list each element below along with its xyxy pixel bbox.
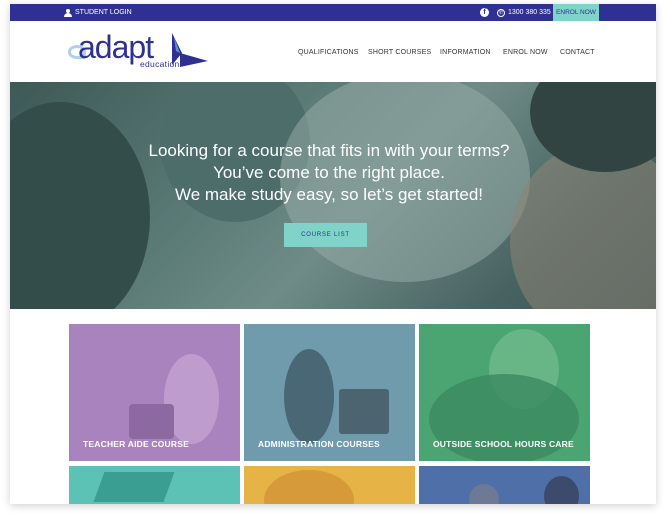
hero-line-2: You’ve come to the right place. (213, 163, 445, 182)
tile-photo-shape (544, 476, 579, 504)
tile-administration[interactable]: ADMINISTRATION COURSES (244, 324, 415, 461)
facebook-icon[interactable]: f (480, 8, 489, 17)
tile-photo-shape (469, 484, 499, 504)
enrol-now-top-button[interactable]: ENROL NOW (553, 4, 599, 21)
phone-link[interactable]: ✆ 1300 380 335 (497, 4, 551, 21)
tile-teacher-aide[interactable]: TEACHER AIDE COURSE (69, 324, 240, 461)
hero-banner: Looking for a course that fits in with y… (10, 82, 656, 309)
butterfly-icon (172, 33, 208, 67)
tile-label: ADMINISTRATION COURSES (258, 439, 380, 449)
adapt-education-logo[interactable]: adapt education (68, 29, 218, 73)
hero-line-1: Looking for a course that fits in with y… (148, 141, 510, 160)
tile-label: TEACHER AIDE COURSE (83, 439, 189, 449)
tile-label: OUTSIDE SCHOOL HOURS CARE (433, 439, 574, 449)
nav-contact[interactable]: CONTACT (560, 49, 595, 56)
tile-course-6[interactable] (419, 466, 590, 504)
course-list-button[interactable]: COURSE LIST (284, 223, 367, 247)
site-header: adapt education QUALIFICATIONS SHORT COU… (10, 21, 656, 82)
student-login-link[interactable]: STUDENT LOGIN (64, 4, 132, 21)
tile-course-5[interactable] (244, 466, 415, 504)
nav-qualifications[interactable]: QUALIFICATIONS (298, 49, 359, 56)
hero-line-3: We make study easy, so let’s get started… (174, 185, 484, 204)
phone-number: 1300 380 335 (508, 9, 551, 16)
tablet-shape (93, 472, 175, 502)
browser-page: STUDENT LOGIN f ✆ 1300 380 335 ENROL NOW… (10, 4, 656, 504)
nav-enrol-now[interactable]: ENROL NOW (503, 49, 548, 56)
laptop-shape (129, 404, 174, 439)
user-icon (64, 8, 72, 17)
nav-short-courses[interactable]: SHORT COURSES (368, 49, 431, 56)
tile-photo-shape (264, 470, 354, 504)
laptop-shape (339, 389, 389, 434)
phone-icon: ✆ (497, 8, 505, 17)
student-login-label: STUDENT LOGIN (75, 9, 132, 16)
top-bar: STUDENT LOGIN f ✆ 1300 380 335 ENROL NOW (10, 4, 656, 21)
tile-outside-school-hours-care[interactable]: OUTSIDE SCHOOL HOURS CARE (419, 324, 590, 461)
nav-information[interactable]: INFORMATION (440, 49, 491, 56)
tile-photo-shape (284, 349, 334, 444)
hero-heading: Looking for a course that fits in with y… (10, 140, 648, 206)
tile-course-4[interactable] (69, 466, 240, 504)
